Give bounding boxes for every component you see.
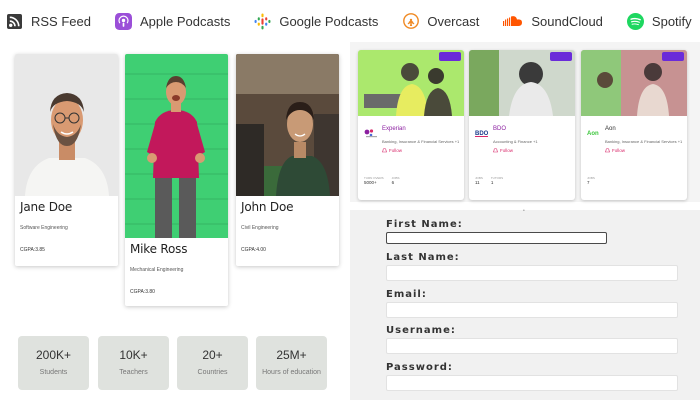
bell-icon <box>382 148 387 153</box>
overcast-link[interactable]: Overcast <box>390 0 491 42</box>
follow-button[interactable]: Follow <box>382 148 402 153</box>
svg-text:Aon: Aon <box>587 131 599 137</box>
company-card-experian[interactable]: Experian Banking, Insurance & Financial … <box>358 50 464 200</box>
overcast-icon <box>402 13 419 30</box>
company-tag-badge <box>550 52 572 61</box>
soundcloud-icon <box>503 13 523 30</box>
password-label: Password: <box>386 362 453 373</box>
company-name: Experian <box>382 126 406 132</box>
registration-form: • First Name: Last Name: Email: Username… <box>350 208 700 400</box>
company-stats: JOBS 11 TUTORS 1 <box>475 176 503 185</box>
follow-label: Follow <box>389 148 403 153</box>
company-stats: JOBS 7 <box>587 176 595 185</box>
spotify-label: Spotify <box>651 13 692 29</box>
overcast-label: Overcast <box>427 13 480 29</box>
stat-label: Students <box>39 369 68 376</box>
company-tag-badge <box>439 52 461 61</box>
profile-cgpa: CGPA:3.85 <box>20 247 45 253</box>
rss-feed-label: RSS Feed <box>31 13 91 29</box>
company-sector: Banking, Insurance & Financial Services … <box>382 139 460 144</box>
company-stat: JOBS 6 <box>392 176 400 185</box>
aon-logo: Aon <box>587 131 599 137</box>
spotify-link[interactable]: Spotify <box>615 0 700 42</box>
profile-name: John Doe <box>241 200 294 214</box>
rss-feed-link[interactable]: RSS Feed <box>0 0 103 42</box>
stat-value: 20+ <box>202 348 223 362</box>
bell-icon <box>605 148 610 153</box>
stat-hours: 25M+ Hours of education <box>256 336 327 390</box>
company-name: BDO <box>493 126 507 132</box>
follow-button[interactable]: Follow <box>493 148 513 153</box>
stat-value: 11 <box>475 180 480 185</box>
follow-button[interactable]: Follow <box>605 148 625 153</box>
company-tag-badge <box>662 52 684 61</box>
podcast-links-bar: RSS Feed Apple Podcasts Google Podcasts … <box>0 0 700 42</box>
spotify-icon <box>626 12 644 30</box>
stat-label: Hours of education <box>262 369 321 376</box>
stat-value: 10K+ <box>119 348 148 362</box>
profile-name: Jane Doe <box>20 200 73 214</box>
last-name-label: Last Name: <box>386 252 460 263</box>
username-input[interactable] <box>386 338 678 354</box>
stat-value: 1 <box>490 180 494 185</box>
profile-photo-john-doe <box>236 54 339 196</box>
company-stat: JOBS 7 <box>587 176 595 185</box>
first-name-input[interactable] <box>386 232 607 244</box>
stat-value: 7 <box>587 180 590 185</box>
company-sector: Banking, Insurance & Financial Services … <box>605 139 683 144</box>
stat-value: 5000+ <box>364 180 377 185</box>
apple-podcasts-label: Apple Podcasts <box>139 13 231 29</box>
profile-photo-jane-doe <box>15 54 118 196</box>
form-separator-dot: • <box>523 208 525 214</box>
follow-label: Follow <box>612 148 626 153</box>
company-stat: TUTORS 1 <box>491 176 503 185</box>
profile-photo-mike-ross <box>125 54 228 238</box>
first-name-label: First Name: <box>386 219 463 230</box>
email-input[interactable] <box>386 302 678 318</box>
password-input[interactable] <box>386 375 678 391</box>
profile-name: Mike Ross <box>130 242 188 256</box>
google-podcasts-icon <box>254 13 271 30</box>
stat-value: 25M+ <box>276 348 307 362</box>
profile-card-jane-doe[interactable]: Jane Doe Software Engineering CGPA:3.85 <box>15 54 118 266</box>
company-sector: Accounting & Finance +1 <box>493 139 538 144</box>
stat-teachers: 10K+ Teachers <box>98 336 169 390</box>
company-card-aon[interactable]: Aon Aon Banking, Insurance & Financial S… <box>581 50 687 200</box>
company-stat: TURN OVERS 5000+ <box>364 176 384 185</box>
profile-department: Civil Engineering <box>241 225 279 231</box>
profile-department: Software Engineering <box>20 225 68 231</box>
google-podcasts-link[interactable]: Google Podcasts <box>242 0 390 42</box>
company-stats: TURN OVERS 5000+ JOBS 6 <box>364 176 400 185</box>
company-cards-section: Experian Banking, Insurance & Financial … <box>350 42 700 202</box>
bell-icon <box>493 148 498 153</box>
profile-department: Mechanical Engineering <box>130 267 184 273</box>
follow-label: Follow <box>500 148 514 153</box>
last-name-input[interactable] <box>386 265 678 281</box>
rss-icon <box>6 13 23 30</box>
company-stat: JOBS 11 <box>475 176 483 185</box>
experian-logo <box>364 129 377 138</box>
profile-card-john-doe[interactable]: John Doe Civil Engineering CGPA:4.00 <box>236 54 339 266</box>
stat-value: 6 <box>391 180 395 185</box>
stat-students: 200K+ Students <box>18 336 89 390</box>
soundcloud-link[interactable]: SoundCloud <box>491 0 615 42</box>
apple-podcasts-link[interactable]: Apple Podcasts <box>103 0 242 42</box>
bdo-logo: BDO <box>475 131 489 137</box>
company-card-bdo[interactable]: BDO BDO Accounting & Finance +1 Follow J… <box>469 50 575 200</box>
stat-label: Countries <box>197 369 228 376</box>
profile-cgpa: CGPA:4.00 <box>241 247 266 253</box>
profile-cgpa: CGPA:3.80 <box>130 289 155 295</box>
soundcloud-label: SoundCloud <box>531 13 603 29</box>
email-label: Email: <box>386 289 427 300</box>
stat-label: Teachers <box>119 369 148 376</box>
stat-value: 200K+ <box>35 348 72 362</box>
profile-card-mike-ross[interactable]: Mike Ross Mechanical Engineering CGPA:3.… <box>125 54 228 306</box>
username-label: Username: <box>386 325 456 336</box>
apple-podcasts-icon <box>114 12 132 30</box>
google-podcasts-label: Google Podcasts <box>279 13 379 29</box>
stat-countries: 20+ Countries <box>177 336 248 390</box>
company-name: Aon <box>605 126 616 132</box>
